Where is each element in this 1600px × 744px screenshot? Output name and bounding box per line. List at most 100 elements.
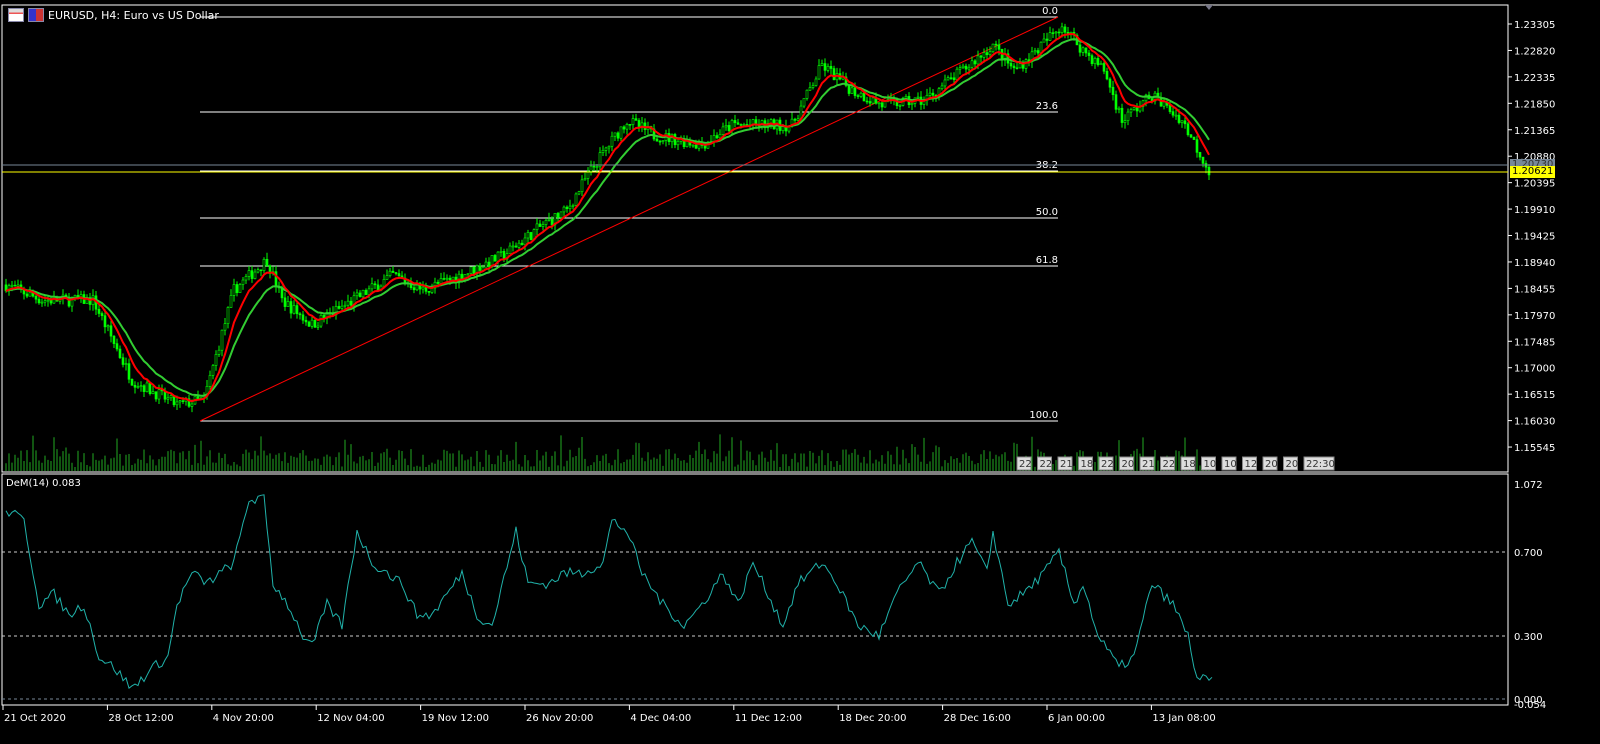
fib-level-label: 0.0 <box>1042 6 1058 17</box>
candle-body <box>25 293 29 297</box>
chart-window-icon <box>8 8 24 22</box>
demarker-line <box>5 494 1213 689</box>
moving-average-slow <box>5 38 1210 397</box>
candle-body <box>121 357 125 365</box>
candle-body <box>1108 78 1112 88</box>
candle-body <box>877 102 881 105</box>
candle-body <box>607 145 611 149</box>
candle-body <box>316 325 320 328</box>
candle-body <box>547 218 551 221</box>
candle-body <box>1033 50 1037 53</box>
candle-body <box>979 55 983 58</box>
indicator-pane-border <box>1 473 1509 706</box>
candle-body <box>28 291 32 297</box>
candle-body <box>1009 62 1013 67</box>
period-marker-label: 20 <box>1265 459 1278 470</box>
candle-body <box>871 97 875 104</box>
candle-body <box>1177 114 1181 123</box>
candle-body <box>1192 136 1196 140</box>
candle-body <box>1045 38 1049 41</box>
price-tick-label: 1.18940 <box>1514 258 1555 269</box>
candle-body <box>289 301 293 314</box>
candle-body <box>724 125 728 128</box>
period-marker-label: 22:30 <box>1306 459 1335 470</box>
candle-body <box>451 276 455 281</box>
chart-shift-marker[interactable] <box>1205 5 1213 10</box>
candle-body <box>1111 86 1115 95</box>
candle-body <box>1087 52 1091 56</box>
chart-canvas[interactable]: 0.023.638.250.061.8100.0 1.233051.228201… <box>0 0 1600 744</box>
candle-body <box>586 171 590 179</box>
mt4-chart-window[interactable]: 0.0 23.6 38.2 50.0 61.8 100.0 1.23305 1.22820 1… <box>0 0 1600 744</box>
candle-body <box>721 126 725 135</box>
trend-line[interactable] <box>199 16 1059 422</box>
candle-body <box>196 396 200 399</box>
period-marker-label: 10 <box>1224 459 1237 470</box>
candle-body <box>796 118 800 121</box>
candle-body <box>508 245 512 255</box>
candle-body <box>10 284 14 287</box>
candle-body <box>832 68 836 81</box>
candle-body <box>1186 123 1190 136</box>
price-tick-label: 1.21850 <box>1514 99 1555 110</box>
candle-body <box>637 120 641 128</box>
candle-body <box>733 120 737 124</box>
candle-body <box>940 85 944 89</box>
candle-body <box>1096 58 1100 66</box>
candle-body <box>34 295 38 300</box>
candle-body <box>166 397 170 400</box>
period-marker-label: 18 <box>1081 459 1094 470</box>
candle-body <box>967 66 971 70</box>
period-marker-label: 22 <box>1163 459 1176 470</box>
candle-body <box>673 134 677 146</box>
candle-body <box>1198 152 1202 158</box>
candle-body <box>715 135 719 139</box>
candle-body <box>148 382 152 394</box>
main-pane-border <box>1 4 1509 473</box>
candle-body <box>526 232 530 239</box>
candle-body <box>292 305 296 314</box>
candle-body <box>319 315 323 327</box>
candle-body <box>562 206 566 213</box>
candle-body <box>970 60 974 68</box>
candle-body <box>820 63 824 66</box>
price-tick-label: 1.18455 <box>1514 284 1555 295</box>
candle-body <box>103 315 107 328</box>
candle-body <box>142 385 146 392</box>
candle-body <box>571 205 575 207</box>
period-marker-label: 20 <box>1122 459 1135 470</box>
candle-body <box>1081 47 1085 53</box>
candle-body <box>823 63 827 71</box>
candle-body <box>808 87 812 91</box>
candle-body <box>1162 101 1166 107</box>
period-marker-label: 10 <box>1204 459 1217 470</box>
candle-body <box>13 284 17 287</box>
time-tick-label: 28 Oct 12:00 <box>108 713 173 724</box>
price-tick-label: 1.15545 <box>1514 443 1555 454</box>
price-tick-label: 1.19910 <box>1514 205 1555 216</box>
fibonacci-retracement: 0.023.638.250.061.8100.0 <box>200 6 1058 422</box>
candle-body <box>610 135 614 147</box>
candle-body <box>478 265 482 271</box>
candle-body <box>262 258 266 271</box>
candle-body <box>385 275 389 280</box>
candle-body <box>472 266 476 274</box>
period-marker-label: 12 <box>1245 459 1258 470</box>
candle-body <box>136 386 140 388</box>
candle-body <box>301 314 305 321</box>
candle-body <box>613 132 617 137</box>
indicator-label: DeM(14) 0.083 <box>6 478 81 489</box>
candle-body <box>574 193 578 206</box>
dem-tick-label: 1.072 <box>1514 480 1543 491</box>
candle-body <box>1126 111 1130 122</box>
candle-body <box>634 118 638 121</box>
time-tick-label: 21 Oct 2020 <box>4 713 66 724</box>
candle-body <box>1168 105 1172 112</box>
candle-body <box>445 277 449 280</box>
candle-body <box>655 138 659 142</box>
candle-body <box>217 349 221 355</box>
price-tick-label: 1.16515 <box>1514 390 1555 401</box>
chart-title-bar: EURUSD, H4: Euro vs US Dollar <box>8 8 219 22</box>
candle-body <box>1102 63 1106 72</box>
candle-body <box>949 77 953 79</box>
